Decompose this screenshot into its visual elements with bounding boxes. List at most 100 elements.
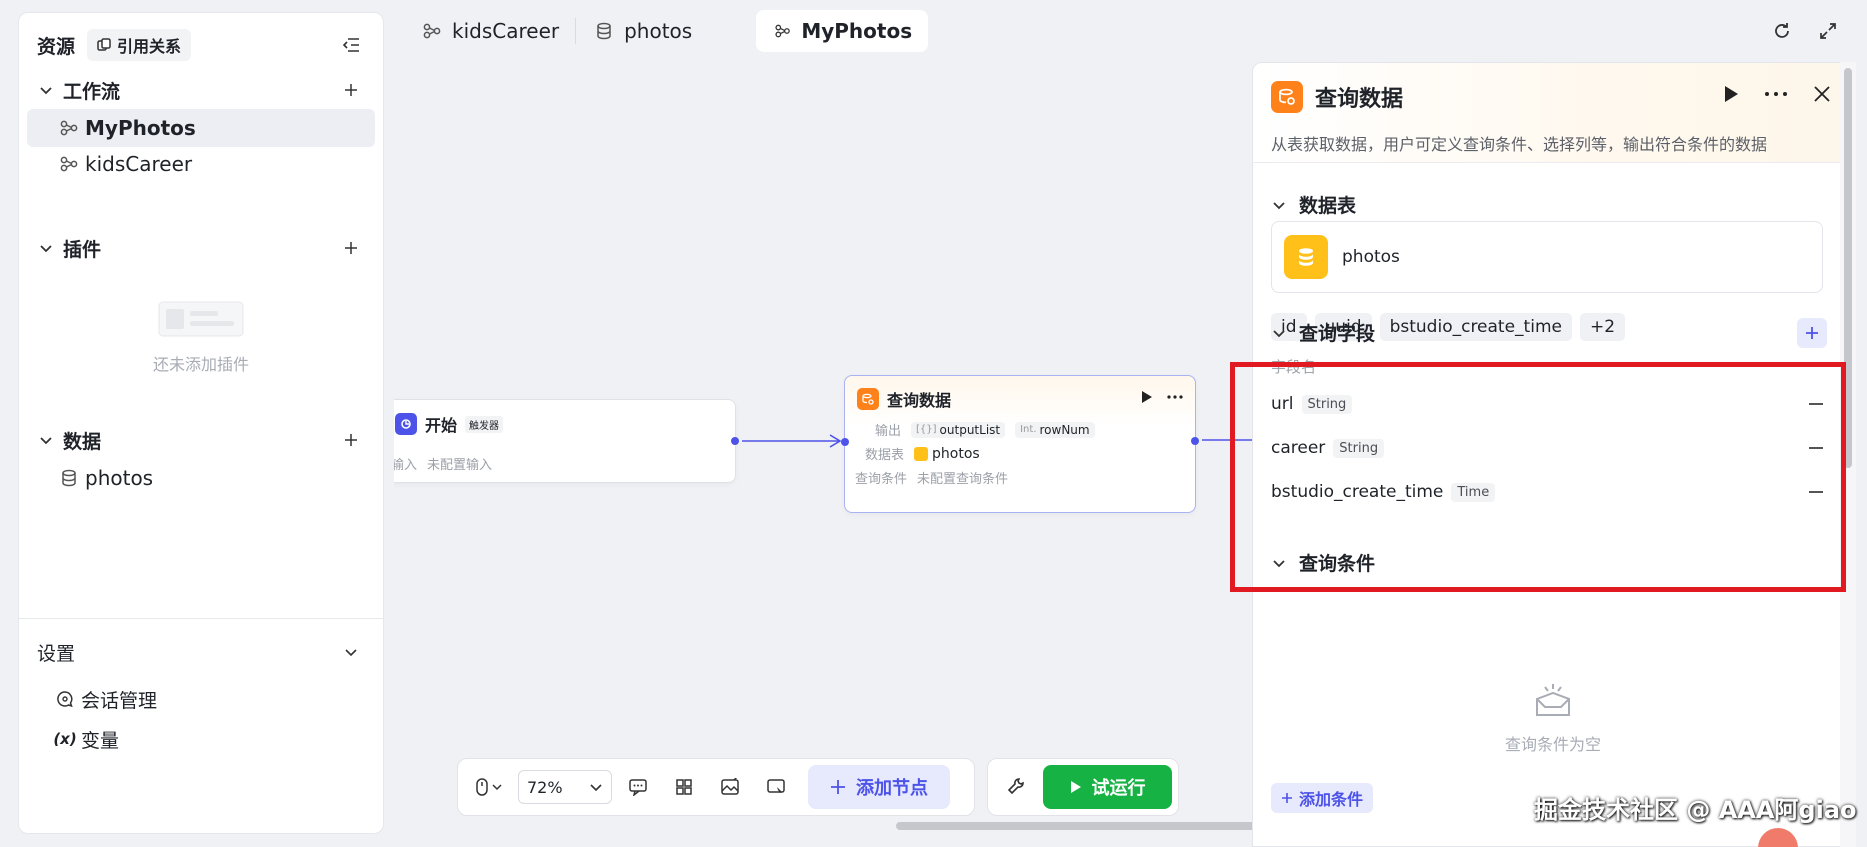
field-type: String	[1333, 438, 1385, 458]
settings-section-header[interactable]: 设置	[37, 635, 365, 669]
fullscreen-icon[interactable]	[1815, 18, 1841, 44]
data-section-header[interactable]: 数据	[37, 423, 365, 457]
refresh-icon[interactable]	[1769, 18, 1795, 44]
query-output-port[interactable]	[1191, 437, 1199, 445]
layout-icon[interactable]	[664, 767, 704, 807]
field-name: url	[1271, 394, 1294, 414]
field-row: career String	[1271, 433, 1823, 463]
plugins-section-header[interactable]: 插件	[37, 231, 365, 265]
selected-table-card[interactable]: photos	[1271, 221, 1823, 293]
add-plugin-icon[interactable]	[337, 234, 365, 262]
start-node[interactable]: 开始 触发器 输入 未配置输入	[394, 399, 739, 483]
field-name-header: 字段名	[1271, 358, 1317, 376]
table-section-label: 数据表	[1299, 195, 1357, 217]
output-type: Int.	[1020, 424, 1037, 435]
fields-section-header[interactable]: 查询字段	[1271, 319, 1375, 346]
plugins-section-label: 插件	[63, 238, 102, 261]
sidebar-item-kidscareer[interactable]: kidsCareer	[27, 145, 375, 183]
add-workflow-icon[interactable]	[337, 76, 365, 104]
remove-field-icon[interactable]	[1809, 491, 1823, 493]
settings-item-conversation[interactable]: 会话管理	[55, 683, 157, 715]
settings-item-variables[interactable]: (x) 变量	[53, 723, 119, 755]
condition-value: 未配置查询条件	[917, 472, 1009, 487]
more-icon[interactable]	[1167, 395, 1183, 399]
tab-myphotos[interactable]: MyPhotos	[756, 10, 929, 52]
zoom-select[interactable]: 72%	[518, 770, 612, 804]
start-node-title: 开始	[425, 416, 458, 435]
pointer-mode-button[interactable]	[468, 767, 512, 807]
query-output-row: 输出 [{}] outputList Int. rowNum	[875, 420, 1095, 439]
play-icon[interactable]	[1141, 390, 1153, 404]
add-field-button[interactable]	[1797, 318, 1827, 348]
sidebar-item-label: kidsCareer	[85, 152, 193, 176]
remove-field-icon[interactable]	[1809, 403, 1823, 405]
workflow-section-header[interactable]: 工作流	[37, 73, 365, 107]
add-data-icon[interactable]	[337, 426, 365, 454]
tab-label: kidsCareer	[452, 19, 560, 43]
output-name: outputList	[939, 422, 1001, 437]
output-chip: [{}] outputList	[911, 421, 1006, 438]
database-icon	[1284, 235, 1328, 279]
horizontal-scrollbar[interactable]	[896, 822, 1256, 830]
references-button[interactable]: 引用关系	[87, 29, 192, 61]
more-icon[interactable]	[1765, 92, 1787, 96]
sidebar-item-myphotos[interactable]: MyPhotos	[27, 109, 375, 147]
conditions-empty-text: 查询条件为空	[1504, 735, 1601, 754]
close-icon[interactable]	[1813, 85, 1831, 103]
chevron-down-icon[interactable]	[337, 638, 365, 666]
wrench-icon[interactable]	[994, 767, 1037, 807]
more-columns-chip[interactable]: +2	[1579, 313, 1626, 341]
test-run-button[interactable]: 试运行	[1043, 765, 1172, 809]
conditions-section-header[interactable]: 查询条件	[1271, 549, 1375, 576]
conditions-empty-state: 查询条件为空	[1253, 681, 1853, 755]
start-node-header: 开始 触发器	[395, 412, 504, 436]
add-node-button[interactable]: 添加节点	[808, 765, 950, 809]
tab-kidscareer[interactable]: kidsCareer	[404, 10, 575, 52]
table-section-header[interactable]: 数据表	[1271, 191, 1356, 218]
database-icon	[597, 22, 611, 40]
collapse-sidebar-icon[interactable]	[337, 31, 365, 59]
query-input-port[interactable]	[841, 438, 849, 446]
panel-title: 查询数据	[1315, 87, 1404, 112]
add-condition-button[interactable]: 添加条件	[1271, 783, 1374, 813]
query-table-row: 数据表 photos	[865, 444, 980, 464]
workflow-icon	[60, 120, 78, 136]
query-node-actions	[1141, 390, 1183, 404]
chevron-down-icon	[1273, 201, 1285, 209]
trigger-tag: 触发器	[465, 415, 504, 433]
output-name: rowNum	[1039, 422, 1090, 437]
minimap-icon[interactable]	[756, 767, 796, 807]
vertical-scrollbar[interactable]	[1844, 68, 1852, 468]
plus-icon	[1806, 327, 1818, 339]
chevron-down-icon	[40, 437, 52, 445]
test-run-label: 试运行	[1091, 778, 1146, 799]
settings-section-label: 设置	[37, 642, 76, 665]
chevron-down-icon	[40, 245, 52, 253]
workflow-tabs: kidsCareer photos MyPhotos	[404, 10, 929, 52]
settings-item-label: 会话管理	[81, 689, 158, 712]
tab-photos[interactable]: photos	[576, 10, 756, 52]
panel-title-row: 查询数据	[1271, 81, 1403, 113]
remove-field-icon[interactable]	[1809, 447, 1823, 449]
variable-icon: (x)	[53, 730, 77, 748]
start-output-port[interactable]	[731, 437, 739, 445]
chevron-down-icon	[40, 87, 52, 95]
sidebar-item-photos[interactable]: photos	[27, 459, 375, 497]
comment-icon[interactable]	[618, 767, 658, 807]
table-name: photos	[932, 445, 980, 462]
play-icon[interactable]	[1723, 85, 1739, 103]
resource-sidebar: 资源 引用关系 工作流 MyPhotos kidsCareer 插件 还未添加插…	[18, 12, 384, 834]
panel-actions	[1723, 85, 1831, 103]
workflow-icon	[423, 23, 441, 39]
panel-header: 查询数据 从表获取数据，用户可定义查询条件、选择列等，输出符合条件的数据	[1253, 63, 1853, 163]
field-row: url String	[1271, 389, 1823, 419]
image-export-icon[interactable]	[710, 767, 750, 807]
workflow-canvas[interactable]: 开始 触发器 输入 未配置输入 查询数据 输出 [{}] outputList I…	[394, 62, 1254, 832]
empty-box-icon	[1536, 684, 1570, 716]
query-node-header: 查询数据	[857, 387, 951, 411]
add-condition-label: 添加条件	[1299, 790, 1364, 809]
conditions-section-label: 查询条件	[1299, 553, 1376, 575]
start-input-value: 未配置输入	[427, 458, 493, 473]
chevron-down-icon	[1273, 329, 1285, 337]
query-data-node[interactable]: 查询数据 输出 [{}] outputList Int. rowNum 数据表 ph…	[841, 375, 1199, 513]
